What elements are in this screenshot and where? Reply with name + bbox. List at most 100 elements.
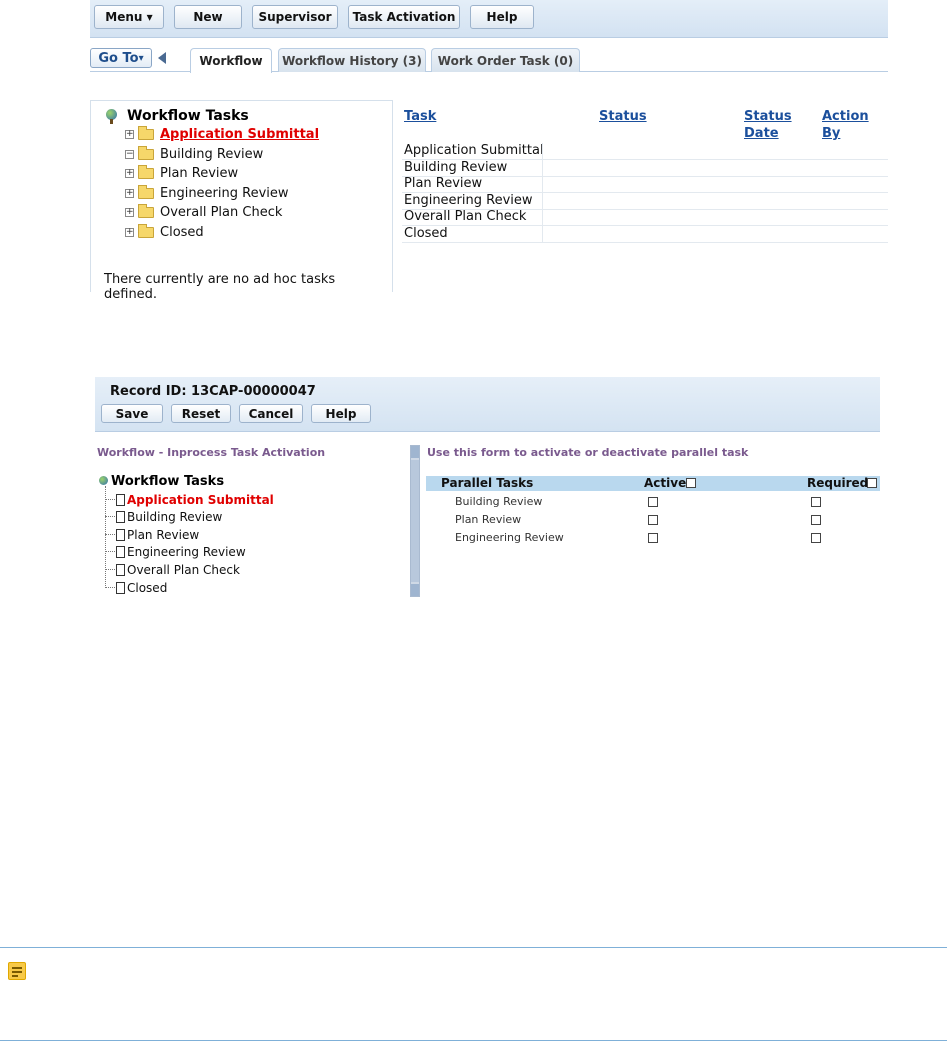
goto-button[interactable]: Go To ▾: [90, 48, 152, 68]
tree-item-label[interactable]: Plan Review: [160, 166, 238, 181]
tree-item-label[interactable]: Overall Plan Check: [160, 205, 282, 220]
folder-icon: [138, 184, 154, 199]
required-checkbox[interactable]: [811, 497, 821, 507]
table-cell-task: Plan Review: [404, 176, 483, 191]
tree-item-label[interactable]: Closed: [127, 581, 167, 595]
required-checkbox[interactable]: [811, 515, 821, 525]
tab-workflow[interactable]: Workflow: [190, 48, 272, 73]
new-button[interactable]: New: [174, 5, 242, 29]
table-cell-task: Closed: [404, 226, 448, 241]
tree-item-closed[interactable]: Closed: [105, 579, 167, 596]
table-row: Engineering Review: [402, 193, 888, 210]
column-header-task[interactable]: Task: [404, 108, 436, 125]
activation-toolbar: Record ID: 13CAP-00000047 Save Reset Can…: [95, 377, 880, 432]
table-cell-task: Building Review: [404, 160, 508, 175]
required-select-all-checkbox[interactable]: [867, 478, 877, 488]
tab-work-order-task[interactable]: Work Order Task (0): [431, 48, 580, 72]
task-table: Task Status Status Date Action By Applic…: [402, 100, 888, 260]
help-button[interactable]: Help: [311, 404, 371, 423]
tree-item-label[interactable]: Engineering Review: [127, 545, 246, 559]
tree-connector: [105, 534, 115, 535]
tree-item-application-submittal[interactable]: Application Submittal: [105, 491, 274, 508]
document-icon: [116, 510, 125, 523]
tree-item-overall-plan-check[interactable]: Overall Plan Check: [105, 561, 240, 578]
active-checkbox[interactable]: [648, 533, 658, 543]
vertical-scrollbar[interactable]: [410, 445, 420, 597]
workflow-tasks-title: Workflow Tasks: [127, 108, 249, 124]
tree-connector: [105, 587, 115, 588]
workflow-screenshot: Menu ▾ New Supervisor Task Activation He…: [90, 0, 888, 302]
scroll-down-icon[interactable]: [411, 584, 419, 596]
supervisor-button[interactable]: Supervisor: [252, 5, 338, 29]
tree-item-label[interactable]: Application Submittal: [127, 493, 274, 507]
adhoc-message: There currently are no ad hoc tasks defi…: [104, 272, 336, 302]
scrollbar-thumb[interactable]: [411, 460, 419, 582]
tree-item-plan-review[interactable]: Plan Review: [105, 526, 199, 543]
document-icon: [116, 493, 125, 506]
tree-item-closed[interactable]: + Closed: [125, 223, 204, 241]
table-cell-empty: [542, 193, 888, 209]
document-icon: [116, 581, 125, 594]
expander-icon[interactable]: −: [125, 149, 134, 159]
chevron-down-icon: ▾: [138, 52, 144, 64]
column-header-active: Active: [644, 476, 687, 490]
column-header-status-date-line1: Status: [744, 109, 792, 124]
tree-item-overall-plan-check[interactable]: + Overall Plan Check: [125, 203, 282, 221]
expander-icon[interactable]: +: [125, 129, 134, 139]
tree-connector: [105, 569, 115, 570]
active-checkbox[interactable]: [648, 497, 658, 507]
table-cell-empty: [542, 209, 888, 225]
tree-item-label[interactable]: Closed: [160, 225, 204, 240]
help-button[interactable]: Help: [470, 5, 534, 29]
reset-button[interactable]: Reset: [171, 404, 231, 423]
active-select-all-checkbox[interactable]: [686, 478, 696, 488]
note-icon: [8, 962, 26, 980]
tree-item-building-review[interactable]: − Building Review: [125, 145, 263, 163]
globe-stand: [110, 119, 113, 124]
table-row: Building Review: [402, 160, 888, 177]
column-header-status-date[interactable]: Status Date: [744, 108, 792, 142]
table-row: Closed: [402, 226, 888, 243]
expander-icon[interactable]: +: [125, 227, 134, 237]
scroll-up-icon[interactable]: [411, 446, 419, 458]
column-header-required: Required: [807, 476, 869, 490]
table-cell-empty: [542, 143, 888, 159]
tree-connector: [105, 516, 115, 517]
tree-item-label[interactable]: Engineering Review: [160, 186, 289, 201]
table-cell-task: Application Submittal: [404, 143, 544, 158]
tab-bar: Go To ▾ Workflow Workflow History (3) Wor…: [90, 46, 888, 73]
task-activation-button[interactable]: Task Activation: [348, 5, 460, 29]
column-header-status[interactable]: Status: [599, 108, 647, 125]
table-cell-empty: [542, 226, 888, 242]
table-cell-task: Overall Plan Check: [404, 209, 527, 224]
column-header-action-by[interactable]: Action By: [822, 108, 888, 142]
tree-item-building-review[interactable]: Building Review: [105, 508, 222, 525]
expander-icon[interactable]: +: [125, 168, 134, 178]
tree-item-label[interactable]: Plan Review: [127, 528, 199, 542]
form-instructions: Use this form to activate or deactivate …: [427, 446, 749, 459]
tree-item-application-submittal[interactable]: + Application Submittal: [125, 125, 319, 143]
expander-icon[interactable]: +: [125, 207, 134, 217]
tree-item-label[interactable]: Application Submittal: [160, 127, 319, 142]
tree-item-label[interactable]: Building Review: [127, 510, 222, 524]
task-activation-screenshot: Record ID: 13CAP-00000047 Save Reset Can…: [95, 377, 880, 599]
record-toolbar: Menu ▾ New Supervisor Task Activation He…: [90, 0, 888, 38]
chevron-down-icon: ▾: [146, 10, 153, 24]
expander-icon[interactable]: +: [125, 188, 134, 198]
tree-item-label[interactable]: Overall Plan Check: [127, 563, 240, 577]
required-checkbox[interactable]: [811, 533, 821, 543]
back-arrow-icon[interactable]: [158, 52, 166, 64]
tree-item-label[interactable]: Building Review: [160, 147, 263, 162]
tree-item-plan-review[interactable]: + Plan Review: [125, 164, 238, 182]
tab-workflow-history[interactable]: Workflow History (3): [278, 48, 426, 72]
tree-item-engineering-review[interactable]: Engineering Review: [105, 543, 246, 560]
table-row: Plan Review: [402, 176, 888, 193]
tree-item-engineering-review[interactable]: + Engineering Review: [125, 184, 289, 202]
menu-button[interactable]: Menu ▾: [94, 5, 164, 29]
workflow-tree-panel: Workflow Tasks + Application Submittal −…: [90, 100, 393, 302]
active-checkbox[interactable]: [648, 515, 658, 525]
folder-icon: [138, 223, 154, 238]
save-button[interactable]: Save: [101, 404, 163, 423]
cancel-button[interactable]: Cancel: [239, 404, 303, 423]
table-cell-empty: [542, 160, 888, 176]
